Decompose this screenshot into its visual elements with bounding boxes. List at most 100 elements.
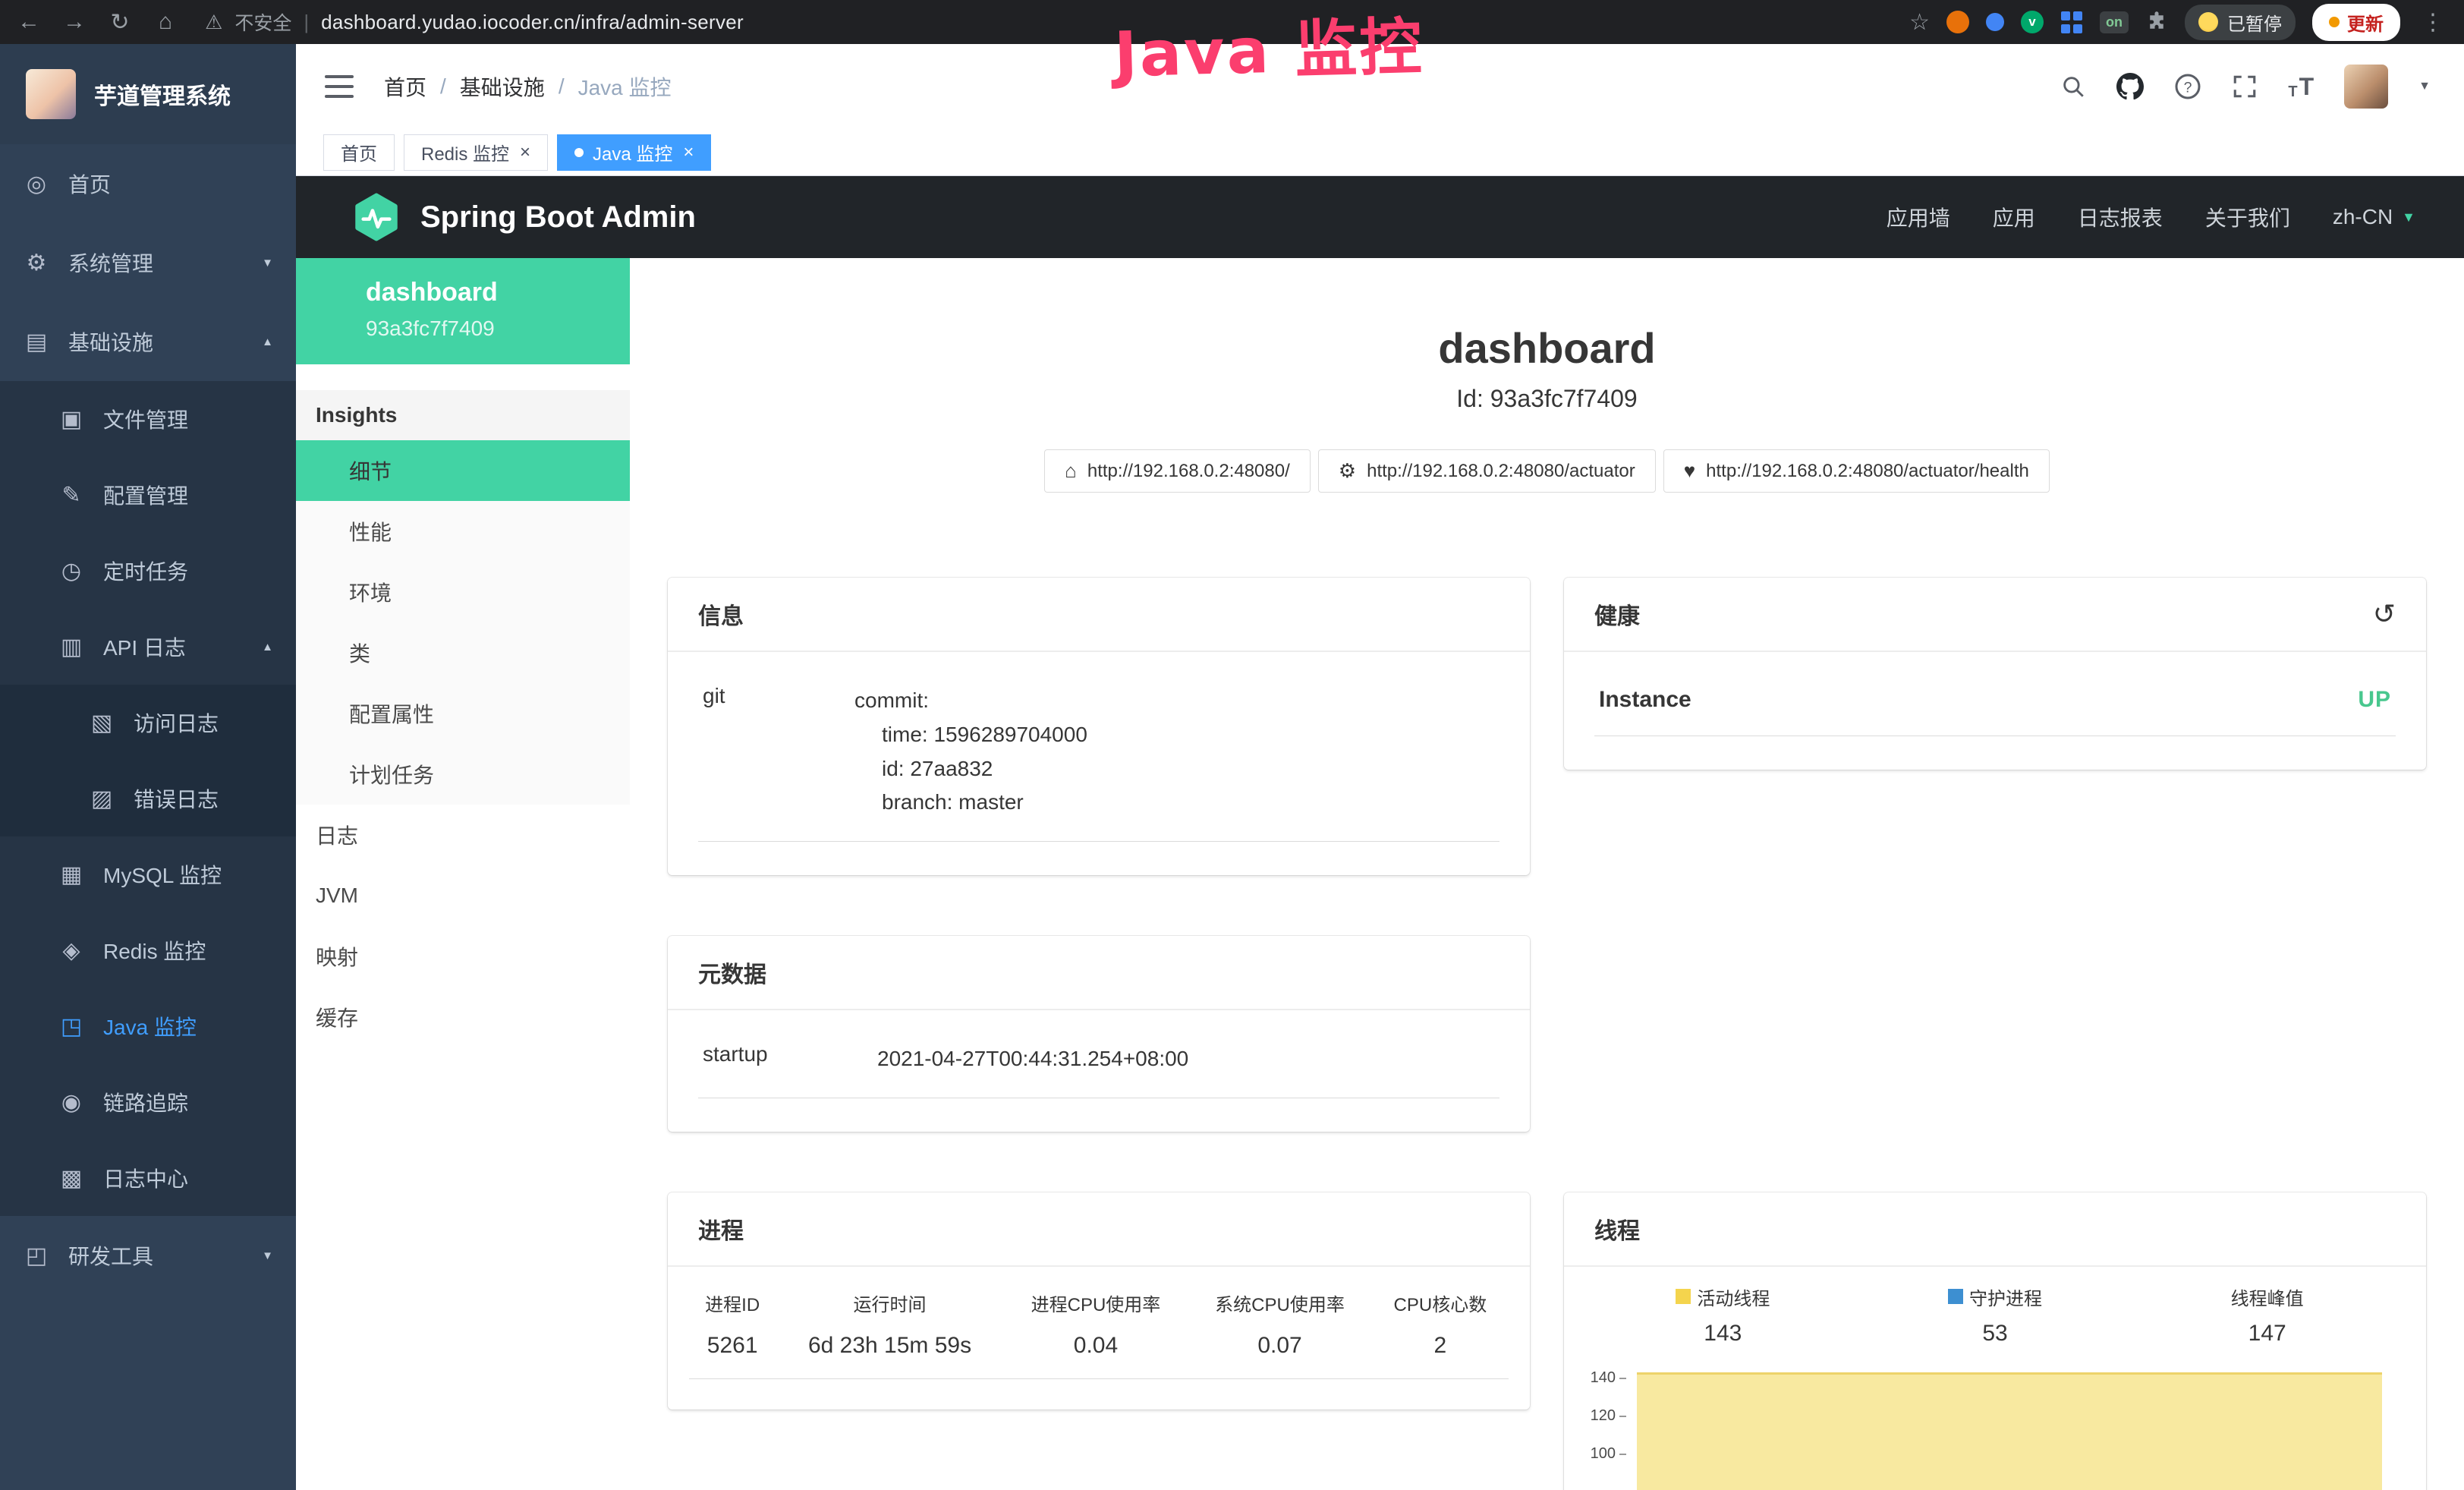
url-text[interactable]: dashboard.yudao.iocoder.cn/infra/admin-s… — [321, 11, 744, 34]
file-icon: ▣ — [58, 406, 85, 433]
back-icon[interactable]: ← — [15, 9, 42, 35]
close-icon[interactable]: × — [520, 142, 530, 163]
search-icon[interactable] — [2060, 74, 2086, 99]
sba-content: dashboard Id: 93a3fc7f7409 ⌂ http://192.… — [630, 258, 2464, 1490]
breadcrumb-infrastructure[interactable]: 基础设施 — [460, 71, 545, 102]
sba-locale-select[interactable]: zh-CN ▼ — [2333, 205, 2415, 229]
bookmark-star-icon[interactable]: ☆ — [1909, 9, 1930, 36]
sidebar-item-error-logs[interactable]: ▨ 错误日志 — [0, 761, 296, 836]
metadata-value: 2021-04-27T00:44:31.254+08:00 — [877, 1042, 1188, 1076]
sidebar-item-redis-monitor[interactable]: ◈ Redis 监控 — [0, 912, 296, 988]
browser-menu-icon[interactable]: ⋮ — [2417, 9, 2449, 36]
legend-daemon-threads[interactable]: 守护进程 53 — [1859, 1284, 2132, 1347]
sba-menu-scheduled-tasks[interactable]: 计划任务 — [296, 744, 630, 805]
sba-logo-icon — [352, 193, 401, 241]
sidebar-item-log-center[interactable]: ▩ 日志中心 — [0, 1140, 296, 1216]
log-center-icon: ▩ — [58, 1165, 85, 1192]
sidebar-item-infrastructure[interactable]: ▤ 基础设施 ▲ — [0, 302, 296, 381]
sba-instance-header[interactable]: dashboard 93a3fc7f7409 — [296, 258, 630, 364]
sidebar-item-system-management[interactable]: ⚙ 系统管理 ▼ — [0, 223, 296, 302]
extension-icon-grid[interactable] — [2060, 11, 2083, 33]
actuator-url-button[interactable]: ⚙ http://192.168.0.2:48080/actuator — [1318, 449, 1656, 493]
page-instance-id: Id: 93a3fc7f7409 — [630, 385, 2464, 413]
locale-caret-down-icon: ▼ — [2402, 209, 2415, 225]
sba-nav-applications[interactable]: 应用 — [1993, 202, 2035, 232]
sidebar-item-link-tracing[interactable]: ◉ 链路追踪 — [0, 1064, 296, 1140]
sidebar-item-access-logs[interactable]: ▧ 访问日志 — [0, 685, 296, 761]
breadcrumb-home[interactable]: 首页 — [384, 71, 426, 102]
sba-nav-journal[interactable]: 日志报表 — [2078, 202, 2163, 232]
sidebar-item-file-management[interactable]: ▣ 文件管理 — [0, 381, 296, 457]
fullscreen-icon[interactable] — [2232, 74, 2258, 99]
address-bar[interactable]: ⚠ 不安全 | dashboard.yudao.iocoder.cn/infra… — [205, 8, 744, 36]
font-size-icon[interactable]: TT — [2288, 73, 2314, 101]
tab-java-monitor[interactable]: Java 监控 × — [557, 134, 711, 171]
legend-live-threads[interactable]: 活动线程 143 — [1587, 1284, 1859, 1347]
browser-actions: ☆ v on 已暂停 更新 ⋮ — [1909, 4, 2449, 41]
chevron-up-icon: ▲ — [262, 641, 273, 654]
sidebar-item-config-management[interactable]: ✎ 配置管理 — [0, 457, 296, 533]
sidebar-item-label: 基础设施 — [68, 326, 153, 357]
home-icon: ⌂ — [1065, 459, 1077, 483]
sidebar-item-label: 配置管理 — [103, 480, 188, 510]
sba-menu-environment[interactable]: 环境 — [296, 562, 630, 622]
process-col-process-cpu: 进程CPU使用率 — [1004, 1279, 1188, 1327]
tab-label: 首页 — [341, 139, 377, 165]
sba-menu-performance[interactable]: 性能 — [296, 501, 630, 562]
sba-nav-about[interactable]: 关于我们 — [2205, 202, 2290, 232]
sba-menu-insights[interactable]: Insights — [296, 390, 630, 440]
sidebar-item-scheduled-tasks[interactable]: ◷ 定时任务 — [0, 533, 296, 609]
extension-icon-switch-on[interactable]: on — [2100, 11, 2129, 33]
sidebar-item-home[interactable]: ◎ 首页 — [0, 144, 296, 223]
sba-brand[interactable]: Spring Boot Admin — [352, 193, 696, 241]
github-icon[interactable] — [2116, 73, 2144, 100]
extension-icon-orange[interactable] — [1946, 11, 1969, 33]
hamburger-icon[interactable] — [325, 75, 354, 98]
sba-menu-caches[interactable]: 缓存 — [296, 987, 630, 1047]
extension-icon-teal-v[interactable]: v — [2021, 11, 2044, 33]
avatar-caret-down-icon[interactable]: ▼ — [2418, 80, 2431, 93]
sba-menu-config-props[interactable]: 配置属性 — [296, 683, 630, 744]
breadcrumb-java-monitor: Java 监控 — [578, 71, 672, 102]
health-url-button[interactable]: ♥ http://192.168.0.2:48080/actuator/heal… — [1663, 449, 2050, 493]
extension-icon-blue-drop[interactable] — [1986, 13, 2004, 31]
history-icon[interactable]: ↺ — [2373, 598, 2396, 630]
browser-home-icon[interactable]: ⌂ — [152, 9, 179, 35]
sba-menu-mappings[interactable]: 映射 — [296, 926, 630, 987]
sba-menu-jvm[interactable]: JVM — [296, 865, 630, 926]
sidebar-item-mysql-monitor[interactable]: ▦ MySQL 监控 — [0, 836, 296, 912]
sba-nav-wallboard[interactable]: 应用墙 — [1887, 202, 1950, 232]
chevron-down-icon: ▼ — [262, 1249, 273, 1262]
help-icon[interactable]: ? — [2174, 73, 2201, 100]
health-url-label: http://192.168.0.2:48080/actuator/health — [1706, 461, 2029, 482]
sba-menu-details[interactable]: 细节 — [296, 440, 630, 501]
process-card-title: 进程 — [698, 1212, 744, 1246]
sidebar-item-label: 系统管理 — [68, 247, 153, 278]
info-git-row: git commit: time: 1596289704000 id: 27aa… — [698, 673, 1499, 842]
update-dot-icon — [2329, 17, 2340, 27]
sidebar-item-java-monitor[interactable]: ◳ Java 监控 — [0, 988, 296, 1064]
metadata-startup-row: startup 2021-04-27T00:44:31.254+08:00 — [698, 1032, 1499, 1098]
refresh-icon[interactable]: ↻ — [106, 9, 134, 36]
health-instance-row[interactable]: Instance UP — [1594, 673, 2396, 736]
y-axis-tick: 100 — [1587, 1445, 1626, 1463]
chrome-update-button[interactable]: 更新 — [2312, 4, 2400, 41]
sidebar-item-api-logs[interactable]: ▥ API 日志 ▲ — [0, 609, 296, 685]
user-avatar[interactable] — [2344, 65, 2388, 109]
sidebar-item-dev-tools[interactable]: ◰ 研发工具 ▼ — [0, 1216, 296, 1295]
sba-menu-classes[interactable]: 类 — [296, 622, 630, 683]
sidebar-item-label: API 日志 — [103, 632, 186, 662]
forward-icon[interactable]: → — [61, 9, 88, 35]
tab-redis-monitor[interactable]: Redis 监控 × — [404, 134, 548, 171]
close-icon[interactable]: × — [683, 142, 694, 163]
threads-card: 线程 活动线程 1 — [1564, 1192, 2426, 1490]
info-value: commit: time: 1596289704000 id: 27aa832 … — [854, 684, 1087, 820]
profile-paused-badge[interactable]: 已暂停 — [2185, 5, 2296, 40]
sidebar-item-label: MySQL 监控 — [103, 859, 222, 890]
puzzle-extensions-icon[interactable] — [2145, 11, 2168, 33]
tab-home[interactable]: 首页 — [323, 134, 395, 171]
instance-url-button[interactable]: ⌂ http://192.168.0.2:48080/ — [1044, 449, 1311, 493]
app-logo[interactable]: 芋道管理系统 — [0, 44, 296, 144]
sba-menu-logs[interactable]: 日志 — [296, 805, 630, 865]
sidebar-item-label: 文件管理 — [103, 404, 188, 434]
